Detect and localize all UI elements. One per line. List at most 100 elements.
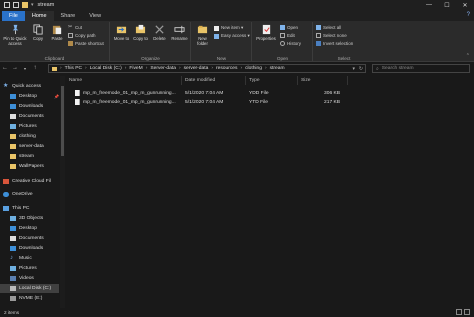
status-bar: 2 items xyxy=(0,308,474,317)
recent-locations-icon[interactable]: ▾ xyxy=(20,66,30,71)
nav-videos[interactable]: Videos xyxy=(10,274,34,283)
nav-pc-desktop[interactable]: Desktop xyxy=(10,224,37,233)
scrollbar-thumb[interactable] xyxy=(61,86,64,156)
edit-button[interactable]: Edit xyxy=(280,33,295,38)
maximize-button[interactable]: ☐ xyxy=(438,0,456,10)
minimize-button[interactable]: — xyxy=(420,0,438,10)
nav-this-pc[interactable]: This PC xyxy=(3,204,29,213)
search-placeholder: Search stream xyxy=(381,66,414,71)
pictures-icon xyxy=(10,266,16,271)
file-name: mp_m_freemode_01_mp_m_gunrunning... xyxy=(83,91,176,96)
nav-nvme[interactable]: NVME (E:) xyxy=(10,294,42,303)
up-arrow-icon[interactable]: ↑ xyxy=(30,65,40,71)
select-group-label: Select xyxy=(337,56,351,61)
rename-button[interactable]: Rename xyxy=(170,24,189,41)
column-size[interactable]: Size xyxy=(298,76,348,85)
refresh-icon[interactable]: ↻ xyxy=(359,66,363,72)
tab-file[interactable]: File xyxy=(2,11,25,21)
nav-onedrive[interactable]: OneDrive xyxy=(3,190,33,199)
nav-wallpapers[interactable]: WallPapers xyxy=(10,162,44,171)
tab-view[interactable]: View xyxy=(82,11,108,21)
drive-icon xyxy=(10,286,16,291)
navigation-pane: ★ Quick access Desktop 📌 Downloads Docum… xyxy=(0,76,62,308)
breadcrumb-clothing[interactable]: clothing xyxy=(245,66,262,71)
move-to-button[interactable]: Move to xyxy=(113,24,130,41)
help-icon[interactable]: ? xyxy=(467,12,470,18)
copy-button[interactable]: Copy xyxy=(30,24,46,41)
nav-server-data[interactable]: server-data xyxy=(10,142,44,151)
back-arrow-icon[interactable]: ← xyxy=(0,65,10,71)
select-all-button[interactable]: Select all xyxy=(316,25,341,30)
customize-qa-icon[interactable]: ▾ xyxy=(31,2,34,8)
breadcrumb-stream[interactable]: stream xyxy=(270,66,285,71)
document-qa-icon[interactable] xyxy=(13,2,19,8)
nav-music[interactable]: ♪ Music xyxy=(10,254,32,263)
history-button[interactable]: History xyxy=(280,41,301,46)
nav-pictures[interactable]: Pictures xyxy=(10,122,37,131)
window-controls: — ☐ ✕ xyxy=(420,0,474,10)
nav-3d-objects[interactable]: 3D Objects xyxy=(10,214,43,223)
large-icons-view-icon[interactable] xyxy=(464,309,470,315)
open-button[interactable]: Open xyxy=(280,25,298,30)
file-type: YDD File xyxy=(249,91,269,96)
copy-to-label: Copy to xyxy=(133,36,148,41)
column-date[interactable]: Date modified xyxy=(182,76,246,85)
collapse-ribbon-icon[interactable]: ⌃ xyxy=(466,53,470,59)
nav-server-data-label: server-data xyxy=(19,144,44,149)
delete-button[interactable]: Delete xyxy=(151,24,168,41)
nav-pc-documents[interactable]: Documents xyxy=(10,234,44,243)
invert-selection-button[interactable]: Invert selection xyxy=(316,41,353,46)
select-none-button[interactable]: Select none xyxy=(316,33,347,38)
nav-creative-cloud[interactable]: Creative Cloud Fil xyxy=(3,177,51,186)
details-view-icon[interactable] xyxy=(456,309,462,315)
nav-creative-cloud-label: Creative Cloud Fil xyxy=(12,179,51,184)
nav-desktop[interactable]: Desktop xyxy=(10,92,37,101)
nav-stream[interactable]: stream xyxy=(10,152,34,161)
new-item-button[interactable]: New item ▾ xyxy=(214,25,243,31)
paste-shortcut-button[interactable]: Paste shortcut xyxy=(68,41,104,46)
nav-downloads[interactable]: Downloads xyxy=(10,102,43,111)
nav-local-disk[interactable]: Local Disk (C:) xyxy=(0,284,59,293)
nav-pane-scrollbar[interactable] xyxy=(60,76,65,308)
folder-icon xyxy=(10,154,16,159)
easy-access-button[interactable]: Easy access ▾ xyxy=(214,33,250,39)
table-row[interactable]: mp_m_freemode_01_mp_m_gunrunning... 5/1/… xyxy=(66,98,366,107)
nav-quick-access[interactable]: ★ Quick access xyxy=(3,82,41,91)
breadcrumb-server-data-cap[interactable]: Server-data xyxy=(150,66,176,71)
ribbon-tabs: File Home Share View ? xyxy=(0,10,474,21)
paste-button[interactable]: Paste xyxy=(49,24,65,41)
address-dropdown-icon[interactable]: ▾ xyxy=(353,66,355,72)
copy-path-label: Copy path xyxy=(75,33,96,38)
nav-documents[interactable]: Documents xyxy=(10,112,44,121)
nav-pc-pictures[interactable]: Pictures xyxy=(10,264,37,273)
column-name[interactable]: Name xyxy=(66,76,182,85)
folder-qa-icon[interactable] xyxy=(22,2,28,8)
tab-share[interactable]: Share xyxy=(54,11,83,21)
file-name: mp_m_freemode_01_mp_m_gunrunning... xyxy=(83,100,176,105)
nav-pc-downloads[interactable]: Downloads xyxy=(10,244,43,253)
window-title: stream xyxy=(37,2,55,8)
copy-path-button[interactable]: Copy path xyxy=(68,33,96,38)
new-item-label: New item ▾ xyxy=(221,25,244,30)
tab-home[interactable]: Home xyxy=(24,11,54,21)
address-bar[interactable]: › This PC › Local Disk (C:) › FiveM › Se… xyxy=(48,64,366,73)
forward-arrow-icon[interactable]: → xyxy=(10,65,20,71)
nav-clothing[interactable]: clothing xyxy=(10,132,36,141)
new-folder-button[interactable]: New folder xyxy=(194,24,211,46)
copy-to-button[interactable]: Copy to xyxy=(132,24,149,41)
breadcrumb-local-disk[interactable]: Local Disk (C:) xyxy=(90,66,122,71)
properties-button[interactable]: Properties xyxy=(255,24,277,41)
breadcrumb-resources[interactable]: resources xyxy=(216,66,237,71)
pin-quick-access-button[interactable]: Pin to Quick access xyxy=(3,24,27,46)
breadcrumb-server-data[interactable]: server-data xyxy=(184,66,209,71)
column-type[interactable]: Type xyxy=(246,76,298,85)
search-input[interactable]: ⌕ Search stream xyxy=(372,64,470,73)
close-button[interactable]: ✕ xyxy=(456,0,474,10)
cube-icon xyxy=(10,216,16,221)
properties-qa-icon[interactable] xyxy=(4,2,10,8)
table-row[interactable]: mp_m_freemode_01_mp_m_gunrunning... 5/1/… xyxy=(66,89,366,98)
cut-button[interactable]: ✂ Cut xyxy=(68,25,82,31)
breadcrumb-this-pc[interactable]: This PC xyxy=(65,66,82,71)
breadcrumb-fivem[interactable]: FiveM xyxy=(129,66,142,71)
move-to-label: Move to xyxy=(113,36,130,41)
